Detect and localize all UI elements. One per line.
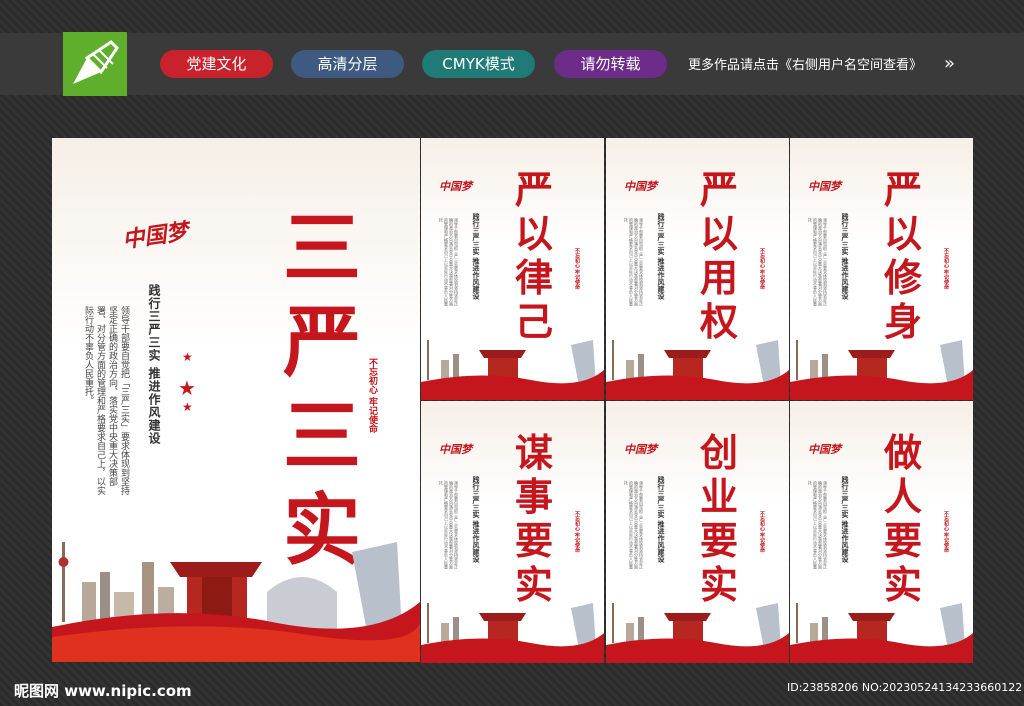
skyline-illustration — [790, 340, 973, 400]
watermark-site: 昵图网 www.nipic.com — [14, 682, 192, 700]
poster-body: 领导干部要自觉把三严三实要求体现到坚持坚定正确的政治方向落实党中央重大决策部署对… — [808, 218, 828, 306]
tag-party-culture[interactable]: 党建文化 — [160, 50, 273, 78]
poster-seal: 不忘初心 牢记使命 — [759, 511, 765, 553]
poster-title: 严以律己 — [514, 167, 553, 344]
poster-discipline: 中国梦 严以律己 践行三严三实 推进作风建设 领导干部要自觉把三严三实要求体现到… — [421, 138, 604, 400]
poster-title: 严以修身 — [883, 167, 922, 344]
china-dream-brand: 中国梦 — [120, 218, 190, 254]
skyline-illustration — [606, 603, 789, 663]
poster-slogan: 践行三严三实 推进作风建设 — [841, 476, 850, 563]
poster-career-practical: 中国梦 创业要实 践行三严三实 推进作风建设 领导干部要自觉把三严三实要求体现到… — [606, 401, 789, 663]
poster-title: 做人要实 — [883, 430, 922, 607]
poster-slogan: 践行三严三实 推进作风建设 — [657, 213, 666, 300]
poster-body: 领导干部要自觉把三严三实要求体现到坚持坚定正确的政治方向落实党中央重大决策部署对… — [624, 218, 644, 306]
china-dream-brand: 中国梦 — [439, 443, 472, 456]
poster-plan-practical: 中国梦 谋事要实 践行三严三实 推进作风建设 领导干部要自觉把三严三实要求体现到… — [421, 401, 604, 663]
poster-seal: 不忘初心 牢记使命 — [574, 511, 580, 553]
china-dream-brand: 中国梦 — [808, 443, 841, 456]
tag-cmyk[interactable]: CMYK模式 — [422, 50, 535, 78]
china-dream-brand: 中国梦 — [624, 180, 657, 193]
poster-slogan: 践行三严三实 推进作风建设 — [472, 476, 481, 563]
star-icon: ★ — [178, 376, 196, 400]
skyline-illustration — [421, 603, 604, 663]
poster-seal: 不忘初心 牢记使命 — [759, 248, 765, 290]
poster-seal: 不忘初心 牢记使命 — [943, 511, 949, 553]
china-dream-brand: 中国梦 — [439, 180, 472, 193]
poster-power: 中国梦 严以用权 践行三严三实 推进作风建设 领导干部要自觉把三严三实要求体现到… — [606, 138, 789, 400]
poster-seal: 不忘初心 牢记使命 — [574, 248, 580, 290]
poster-person-practical: 中国梦 做人要实 践行三严三实 推进作风建设 领导干部要自觉把三严三实要求体现到… — [790, 401, 973, 663]
pen-logo-icon — [73, 40, 119, 84]
star-icon: ★ — [182, 350, 193, 364]
tag-no-repost[interactable]: 请勿转载 — [554, 50, 667, 78]
poster-self-cultivation: 中国梦 严以修身 践行三严三实 推进作风建设 领导干部要自觉把三严三实要求体现到… — [790, 138, 973, 400]
poster-title: 创业要实 — [699, 430, 738, 607]
poster-main-body: 领导干部要自觉把「三严三实」要求体现到坚持坚定正确的政治方向、落实党中央重大决策… — [83, 306, 129, 495]
poster-slogan: 践行三严三实 推进作风建设 — [657, 476, 666, 563]
poster-body: 领导干部要自觉把三严三实要求体现到坚持坚定正确的政治方向落实党中央重大决策部署对… — [439, 481, 459, 569]
poster-main-seal: 不忘初心 牢记使命 — [367, 358, 377, 434]
double-arrow-icon[interactable]: » — [944, 54, 955, 74]
poster-slogan: 践行三严三实 推进作风建设 — [472, 213, 481, 300]
poster-title: 谋事要实 — [514, 430, 553, 607]
china-dream-brand: 中国梦 — [808, 180, 841, 193]
more-works-note[interactable]: 更多作品请点击《右侧用户名空间查看》 — [688, 54, 922, 73]
poster-main: 中国梦 三 严 三 实 践行三严三实 推进作风建设 领导干部要自觉把「三严三实」… — [52, 138, 420, 662]
site-logo — [63, 32, 127, 96]
china-dream-brand: 中国梦 — [624, 443, 657, 456]
poster-body: 领导干部要自觉把三严三实要求体现到坚持坚定正确的政治方向落实党中央重大决策部署对… — [808, 481, 828, 569]
poster-title: 严以用权 — [699, 167, 738, 344]
tag-hd-layers[interactable]: 高清分层 — [291, 50, 404, 78]
watermark-id: ID:23858206 NO:20230524134233660122 — [787, 681, 1023, 694]
star-icon: ★ — [182, 400, 193, 414]
poster-main-slogan: 践行三严三实 推进作风建设 — [147, 284, 161, 446]
skyline-illustration — [52, 542, 420, 662]
poster-seal: 不忘初心 牢记使命 — [943, 248, 949, 290]
skyline-illustration — [606, 340, 789, 400]
skyline-illustration — [421, 340, 604, 400]
poster-body: 领导干部要自觉把三严三实要求体现到坚持坚定正确的政治方向落实党中央重大决策部署对… — [439, 218, 459, 306]
poster-body: 领导干部要自觉把三严三实要求体现到坚持坚定正确的政治方向落实党中央重大决策部署对… — [624, 481, 644, 569]
skyline-illustration — [790, 603, 973, 663]
poster-slogan: 践行三严三实 推进作风建设 — [841, 213, 850, 300]
